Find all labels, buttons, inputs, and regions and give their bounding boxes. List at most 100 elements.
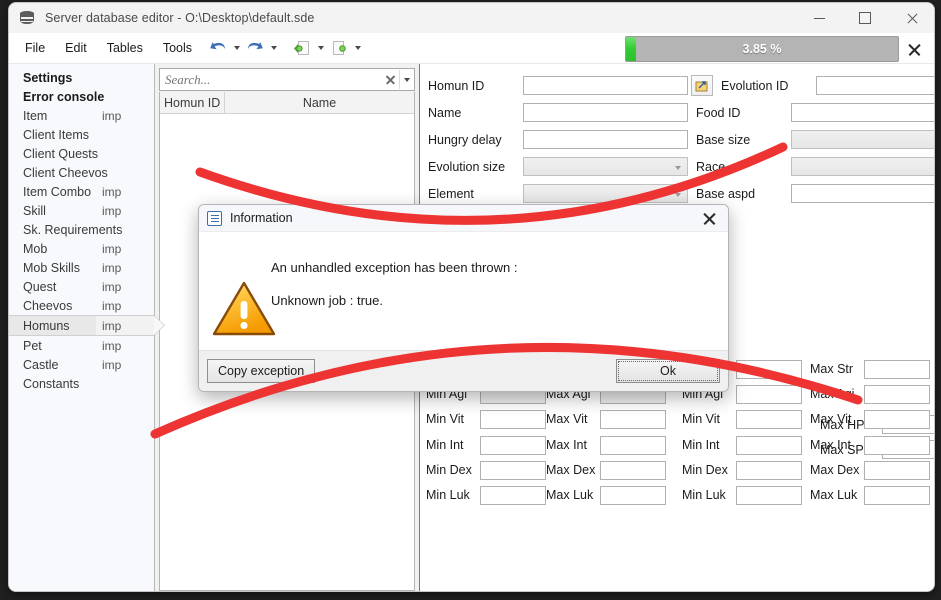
sidebar-item-mob-skills[interactable]: Mob Skillsimp	[9, 258, 154, 277]
title-bar: Server database editor - O:\Desktop\defa…	[9, 3, 934, 33]
search-clear-button[interactable]	[382, 70, 399, 89]
field-combobox[interactable]	[523, 184, 688, 203]
field-row: Hungry delayBase size	[420, 126, 934, 153]
stat-input[interactable]	[864, 461, 930, 480]
sidebar-item-skill[interactable]: Skillimp	[9, 201, 154, 220]
stat-input[interactable]	[736, 385, 802, 404]
stat-label: Min Vit	[426, 412, 464, 426]
sidebar-item-item[interactable]: Itemimp	[9, 106, 154, 125]
stat-input[interactable]	[600, 486, 666, 505]
field-input[interactable]	[816, 76, 935, 95]
stat-input[interactable]	[864, 410, 930, 429]
close-icon	[386, 75, 395, 84]
sidebar-item-imp-badge[interactable]: imp	[96, 239, 154, 258]
sidebar-item-settings[interactable]: Settings	[9, 68, 154, 87]
column-header-name[interactable]: Name	[225, 92, 414, 113]
stat-input[interactable]	[600, 410, 666, 429]
menu-edit[interactable]: Edit	[56, 38, 96, 58]
dialog-close-button[interactable]	[690, 205, 728, 231]
undo-button[interactable]	[206, 37, 230, 59]
import-button[interactable]	[290, 37, 314, 59]
stat-input[interactable]	[864, 436, 930, 455]
sidebar-item-error-console[interactable]: Error console	[9, 87, 154, 106]
sidebar-item-imp-badge[interactable]: imp	[96, 355, 154, 374]
copy-exception-button[interactable]: Copy exception	[207, 359, 315, 383]
stat-input[interactable]	[736, 461, 802, 480]
field-combobox[interactable]	[791, 157, 935, 176]
dialog-footer: Copy exception Ok	[199, 350, 728, 391]
field-group: Base size	[696, 130, 935, 149]
stat-input[interactable]	[480, 410, 546, 429]
search-options-dropdown[interactable]	[399, 70, 414, 89]
stat-input[interactable]	[736, 486, 802, 505]
dialog-content: An unhandled exception has been thrown :…	[199, 232, 728, 350]
sidebar-item-imp-badge[interactable]: imp	[96, 316, 154, 335]
field-input[interactable]	[523, 103, 688, 122]
sidebar-item-constants[interactable]: Constants	[9, 374, 154, 393]
stat-label: Max Luk	[810, 488, 857, 502]
menu-file[interactable]: File	[16, 38, 54, 58]
stat-input[interactable]	[480, 486, 546, 505]
stat-input[interactable]	[600, 436, 666, 455]
field-group: Evolution ID	[721, 76, 935, 95]
redo-button[interactable]	[243, 37, 267, 59]
export-button[interactable]	[327, 37, 351, 59]
search-input[interactable]	[160, 71, 382, 89]
sidebar-item-label: Homuns	[23, 319, 70, 333]
maximize-button[interactable]	[842, 3, 888, 33]
close-button[interactable]	[888, 3, 934, 33]
stat-input[interactable]	[864, 385, 930, 404]
sidebar-item-imp-badge[interactable]: imp	[96, 258, 154, 277]
sidebar-item-imp-badge[interactable]: imp	[96, 277, 154, 296]
export-dropdown[interactable]	[351, 37, 364, 59]
screenshot-root: Server database editor - O:\Desktop\defa…	[0, 0, 941, 600]
stat-input[interactable]	[600, 461, 666, 480]
sidebar-item-client-quests[interactable]: Client Quests	[9, 144, 154, 163]
field-input[interactable]	[523, 130, 688, 149]
field-input[interactable]	[791, 184, 935, 203]
chevron-down-icon	[404, 78, 410, 82]
stat-input[interactable]	[736, 360, 802, 379]
sidebar-item-imp-badge[interactable]: imp	[96, 201, 154, 220]
undo-dropdown[interactable]	[230, 37, 243, 59]
stat-label: Max Dex	[546, 463, 595, 477]
stat-input[interactable]	[736, 410, 802, 429]
progress-cancel-button[interactable]	[902, 36, 926, 62]
search-bar	[159, 68, 415, 91]
sidebar-item-sk-requirements[interactable]: Sk. Requirements	[9, 220, 154, 239]
stat-input[interactable]	[864, 360, 930, 379]
field-combobox[interactable]	[791, 130, 935, 149]
field-input[interactable]	[791, 103, 935, 122]
menu-tables[interactable]: Tables	[98, 38, 152, 58]
import-dropdown[interactable]	[314, 37, 327, 59]
stat-label: Max Int	[546, 438, 587, 452]
sidebar-item-imp-badge[interactable]: imp	[96, 336, 154, 355]
sidebar-item-label: Cheevos	[23, 299, 72, 313]
sidebar-item-quest[interactable]: Questimp	[9, 277, 154, 296]
ok-button[interactable]: Ok	[616, 359, 720, 383]
field-combobox[interactable]	[523, 157, 688, 176]
sidebar-item-homuns[interactable]: Homuns imp	[9, 315, 154, 336]
sidebar-item-pet[interactable]: Petimp	[9, 336, 154, 355]
sidebar-item-cheevos[interactable]: Cheevos imp	[9, 296, 154, 315]
sidebar-item-imp-badge[interactable]: imp	[96, 182, 154, 201]
sidebar-item-client-cheevos[interactable]: Client Cheevos	[9, 163, 154, 182]
column-header-homun-id[interactable]: Homun ID	[160, 92, 225, 113]
sidebar-item-castle[interactable]: Castleimp	[9, 355, 154, 374]
sidebar-item-imp-badge[interactable]: imp	[96, 106, 154, 125]
sidebar-item-item-combo[interactable]: Item Comboimp	[9, 182, 154, 201]
stat-input[interactable]	[480, 436, 546, 455]
sidebar-item-client-items[interactable]: Client Items	[9, 125, 154, 144]
minimize-button[interactable]	[796, 3, 842, 33]
stat-label: Min Int	[426, 438, 464, 452]
field-label: Base size	[696, 133, 791, 147]
browse-button[interactable]	[691, 75, 713, 96]
menu-tools[interactable]: Tools	[154, 38, 201, 58]
redo-dropdown[interactable]	[267, 37, 280, 59]
sidebar-item-imp-badge[interactable]: imp	[96, 296, 154, 315]
sidebar-item-mob[interactable]: Mobimp	[9, 239, 154, 258]
stat-input[interactable]	[864, 486, 930, 505]
stat-input[interactable]	[480, 461, 546, 480]
field-input[interactable]	[523, 76, 688, 95]
stat-input[interactable]	[736, 436, 802, 455]
